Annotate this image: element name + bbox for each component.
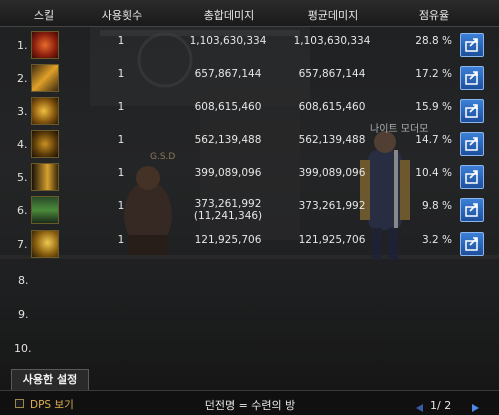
share-percent: 28.8 %	[415, 35, 452, 47]
page-indicator: 1/ 2	[430, 399, 452, 412]
header-skill: 스킬	[33, 9, 55, 22]
share-export-button[interactable]	[460, 66, 484, 90]
total-damage: 608,615,460	[194, 101, 262, 113]
average-damage: 399,089,096	[298, 167, 366, 179]
flame-burst-icon[interactable]	[31, 31, 59, 59]
damage-meter-window: 나이트 모더모 G.S.D 스킬 사용횟수 총합데미지 평균데미지 점유율 1.…	[0, 0, 499, 415]
dps-view-checkbox[interactable]	[15, 399, 24, 408]
beast-strike-icon[interactable]	[31, 230, 59, 258]
table-row: 4. 1 562,139,488 562,139,488 14.7 %	[0, 127, 499, 161]
share-export-button[interactable]	[460, 232, 484, 256]
table-row: 2. 1 657,867,144 657,867,144 17.2 %	[0, 61, 499, 95]
next-page-icon[interactable]	[472, 404, 479, 412]
header-uses: 사용횟수	[101, 9, 143, 22]
share-export-button[interactable]	[460, 33, 484, 57]
total-damage: 562,139,488	[194, 134, 262, 146]
export-arrow-icon	[465, 104, 478, 118]
table-row: 7. 1 121,925,706 121,925,706 3.2 %	[0, 227, 499, 261]
total-damage: 1,103,630,334	[189, 35, 267, 47]
row-number: 3.	[17, 105, 28, 118]
export-arrow-icon	[465, 203, 478, 217]
export-arrow-icon	[465, 38, 478, 52]
table-row: 5. 1 399,089,096 399,089,096 10.4 %	[0, 160, 499, 194]
average-damage: 373,261,992	[298, 200, 366, 212]
row-number: 1.	[17, 39, 28, 52]
total-damage: 399,089,096	[194, 167, 262, 179]
uses-count: 1	[117, 167, 125, 179]
share-percent: 3.2 %	[421, 234, 452, 246]
rune-glyph-icon[interactable]	[31, 196, 59, 224]
share-export-button[interactable]	[460, 198, 484, 222]
table-row: 3. 1 608,615,460 608,615,460 15.9 %	[0, 94, 499, 128]
export-arrow-icon	[465, 71, 478, 85]
row-number: 2.	[17, 72, 28, 85]
spiral-slash-icon[interactable]	[31, 97, 59, 125]
uses-count: 1	[117, 234, 125, 246]
uses-count: 1	[117, 134, 125, 146]
share-percent: 17.2 %	[415, 68, 452, 80]
table-row: 1. 1 1,103,630,334 1,103,630,334 28.8 %	[0, 28, 499, 62]
total-damage: 657,867,144	[194, 68, 262, 80]
uses-count: 1	[117, 200, 125, 212]
share-export-button[interactable]	[460, 99, 484, 123]
total-damage: 121,925,706	[194, 234, 262, 246]
average-damage: 121,925,706	[298, 234, 366, 246]
total-damage-sub: (11,241,346)	[193, 210, 263, 222]
share-export-button[interactable]	[460, 132, 484, 156]
dash-wave-icon[interactable]	[31, 163, 59, 191]
row-number: 5.	[17, 171, 28, 184]
row-number: 7.	[17, 238, 28, 251]
table-header: 스킬 사용횟수 총합데미지 평균데미지 점유율	[0, 0, 499, 27]
dungeon-name: 던전명 = 수련의 방	[204, 399, 296, 412]
uses-count: 1	[117, 101, 125, 113]
row-number: 9.	[18, 308, 29, 321]
average-damage: 657,867,144	[298, 68, 366, 80]
share-percent: 14.7 %	[415, 134, 452, 146]
share-percent: 10.4 %	[415, 167, 452, 179]
average-damage: 562,139,488	[298, 134, 366, 146]
header-share: 점유율	[418, 9, 450, 22]
row-number: 10.	[14, 342, 32, 355]
tab-used-settings[interactable]: 사용한 설정	[11, 369, 89, 390]
row-number: 8.	[18, 274, 29, 287]
average-damage: 1,103,630,334	[293, 35, 371, 47]
row-number: 6.	[17, 204, 28, 217]
share-percent: 15.9 %	[415, 101, 452, 113]
export-arrow-icon	[465, 237, 478, 251]
total-damage: 373,261,992	[194, 198, 262, 210]
uses-count: 1	[117, 68, 125, 80]
share-percent: 9.8 %	[421, 200, 452, 212]
average-damage: 608,615,460	[298, 101, 366, 113]
table-row: 6. 1 373,261,992 (11,241,346) 373,261,99…	[0, 193, 499, 227]
slash-strike-icon[interactable]	[31, 64, 59, 92]
uses-count: 1	[117, 35, 125, 47]
share-export-button[interactable]	[460, 165, 484, 189]
header-average-damage: 평균데미지	[307, 9, 359, 22]
bottom-bar: DPS 보기 던전명 = 수련의 방 1/ 2	[0, 390, 499, 415]
export-arrow-icon	[465, 137, 478, 151]
prev-page-icon[interactable]	[416, 404, 423, 412]
whirlwind-icon[interactable]	[31, 130, 59, 158]
dps-view-label: DPS 보기	[30, 399, 74, 411]
row-number: 4.	[17, 138, 28, 151]
export-arrow-icon	[465, 170, 478, 184]
header-total-damage: 총합데미지	[203, 9, 255, 22]
